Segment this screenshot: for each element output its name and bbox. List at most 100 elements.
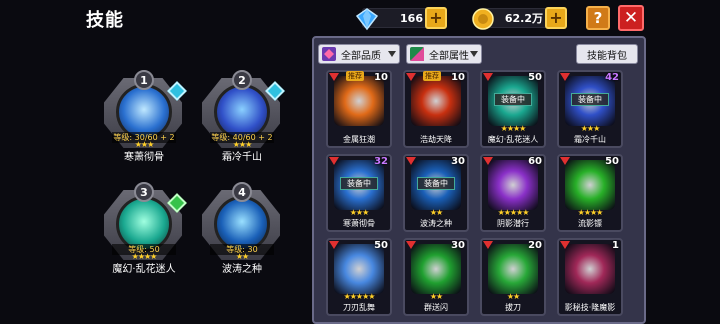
card-stars: ★★	[429, 208, 443, 217]
add-diamonds-button[interactable]: +	[425, 7, 447, 29]
card-skill-name: 魔幻·乱花迷人	[487, 135, 539, 144]
skill-card[interactable]: 30 ★★ 群送闪	[403, 238, 469, 316]
skill-card[interactable]: 10 推荐金属狂潮	[326, 70, 392, 148]
card-count: 50	[605, 156, 619, 167]
skill-art	[411, 76, 461, 126]
attribute-filter-dropdown[interactable]: 全部属性	[406, 44, 482, 64]
card-count: 42	[605, 72, 619, 83]
card-stars: ★★★	[349, 208, 370, 217]
equipped-slot-4[interactable]: 4 等级: 30 ★★ 波涛之种	[196, 182, 288, 275]
new-indicator-icon	[329, 73, 339, 81]
slot-skill-name: 波涛之种	[222, 264, 262, 275]
card-skill-name: 阴影潜行	[497, 219, 529, 228]
card-stars: ★★★	[580, 124, 601, 133]
new-indicator-icon	[406, 73, 416, 81]
help-button[interactable]: ?	[586, 6, 610, 30]
card-skill-name: 影秘技·隆魔影	[564, 303, 616, 312]
skill-bag-button[interactable]: 技能背包	[576, 44, 638, 64]
equipped-slot-1[interactable]: 1 等级: 30/60 + 2 ★★★ 寒萧彻骨	[98, 70, 190, 163]
quality-gem-icon	[322, 47, 336, 61]
new-indicator-icon	[329, 241, 339, 249]
diamond-icon	[355, 8, 379, 31]
card-skill-name: 浩劫天降	[420, 135, 452, 144]
card-skill-name: 流影镖	[578, 219, 602, 228]
quality-filter-label: 全部品质	[341, 50, 381, 62]
card-count: 30	[451, 240, 465, 251]
card-count: 50	[374, 240, 388, 251]
card-skill-name: 刀刃乱舞	[343, 303, 375, 312]
coin-count: 62.2万	[504, 12, 543, 25]
equipped-slot-3[interactable]: 3 等级: 50 ★★★★ 魔幻·乱花迷人	[98, 182, 190, 275]
skill-card[interactable]: 32 装备中 ★★★ 寒萧彻骨	[326, 154, 392, 232]
skill-art	[565, 160, 615, 210]
skill-art	[411, 244, 461, 294]
attribute-filter-label: 全部属性	[429, 50, 469, 62]
new-indicator-icon	[483, 241, 493, 249]
attribute-icon	[410, 47, 424, 61]
card-count: 20	[528, 240, 542, 251]
card-skill-name: 波涛之种	[420, 219, 452, 228]
equipped-badge: 装备中	[571, 93, 609, 106]
skill-card[interactable]: 50 ★★★★★ 刀刃乱舞	[326, 238, 392, 316]
equipped-badge: 装备中	[340, 177, 378, 190]
slot-number: 1	[134, 70, 154, 90]
slot-number: 2	[232, 70, 252, 90]
diamond-count: 166	[400, 11, 423, 25]
coin-counter: 62.2万 +	[472, 7, 567, 30]
card-count: 60	[528, 156, 542, 167]
card-skill-name: 群送闪	[424, 303, 448, 312]
card-skill-name: 拔刀	[505, 303, 521, 312]
card-skill-name: 寒萧彻骨	[343, 219, 375, 228]
skill-card[interactable]: 50 装备中 ★★★★ 魔幻·乱花迷人	[480, 70, 546, 148]
card-count: 1	[612, 240, 619, 251]
new-indicator-icon	[560, 241, 570, 249]
chevron-down-icon	[470, 51, 478, 57]
card-stars: ★★★★	[577, 208, 604, 217]
card-count: 50	[528, 72, 542, 83]
card-count: 10	[374, 72, 388, 83]
recommended-badge: 推荐	[346, 71, 364, 81]
card-count: 10	[451, 72, 465, 83]
equipped-badge: 装备中	[494, 93, 532, 106]
skill-art	[334, 76, 384, 126]
card-count: 30	[451, 156, 465, 167]
quality-filter-dropdown[interactable]: 全部品质	[318, 44, 400, 64]
new-indicator-icon	[483, 73, 493, 81]
slot-number: 4	[232, 182, 252, 202]
new-indicator-icon	[560, 73, 570, 81]
card-stars: ★★★★★	[343, 292, 376, 301]
slot-skill-name: 魔幻·乱花迷人	[112, 264, 176, 275]
card-count: 32	[374, 156, 388, 167]
skill-art	[488, 160, 538, 210]
chevron-down-icon	[388, 51, 396, 57]
skill-card[interactable]: 10 推荐浩劫天降	[403, 70, 469, 148]
equipped-slot-2[interactable]: 2 等级: 40/60 + 2 ★★★ 霜冷千山	[196, 70, 288, 163]
slot-skill-name: 寒萧彻骨	[124, 152, 164, 163]
skill-art	[488, 244, 538, 294]
skill-card[interactable]: 60 ★★★★★ 阴影潜行	[480, 154, 546, 232]
new-indicator-icon	[406, 157, 416, 165]
slot-skill-name: 霜冷千山	[222, 152, 262, 163]
close-button[interactable]: ✕	[618, 5, 644, 31]
skill-card[interactable]: 42 装备中 ★★★ 霜冷千山	[557, 70, 623, 148]
recommended-badge: 推荐	[423, 71, 441, 81]
card-skill-name: 金属狂潮	[343, 135, 375, 144]
new-indicator-icon	[406, 241, 416, 249]
diamond-counter: 166 +	[355, 7, 447, 31]
new-indicator-icon	[483, 157, 493, 165]
card-skill-name: 霜冷千山	[574, 135, 606, 144]
skill-card[interactable]: 30 装备中 ★★ 波涛之种	[403, 154, 469, 232]
slot-number: 3	[134, 182, 154, 202]
skill-art	[334, 244, 384, 294]
page-title: 技能	[86, 10, 124, 31]
card-stars: ★★★★★	[497, 208, 530, 217]
card-stars: ★★	[506, 292, 520, 301]
card-stars: ★★★★	[500, 124, 527, 133]
skill-card[interactable]: 1 影秘技·隆魔影	[557, 238, 623, 316]
add-coins-button[interactable]: +	[545, 7, 567, 29]
equipped-badge: 装备中	[417, 177, 455, 190]
skill-card[interactable]: 50 ★★★★ 流影镖	[557, 154, 623, 232]
coin-icon	[472, 8, 494, 30]
skill-card[interactable]: 20 ★★ 拔刀	[480, 238, 546, 316]
card-stars: ★★	[429, 292, 443, 301]
